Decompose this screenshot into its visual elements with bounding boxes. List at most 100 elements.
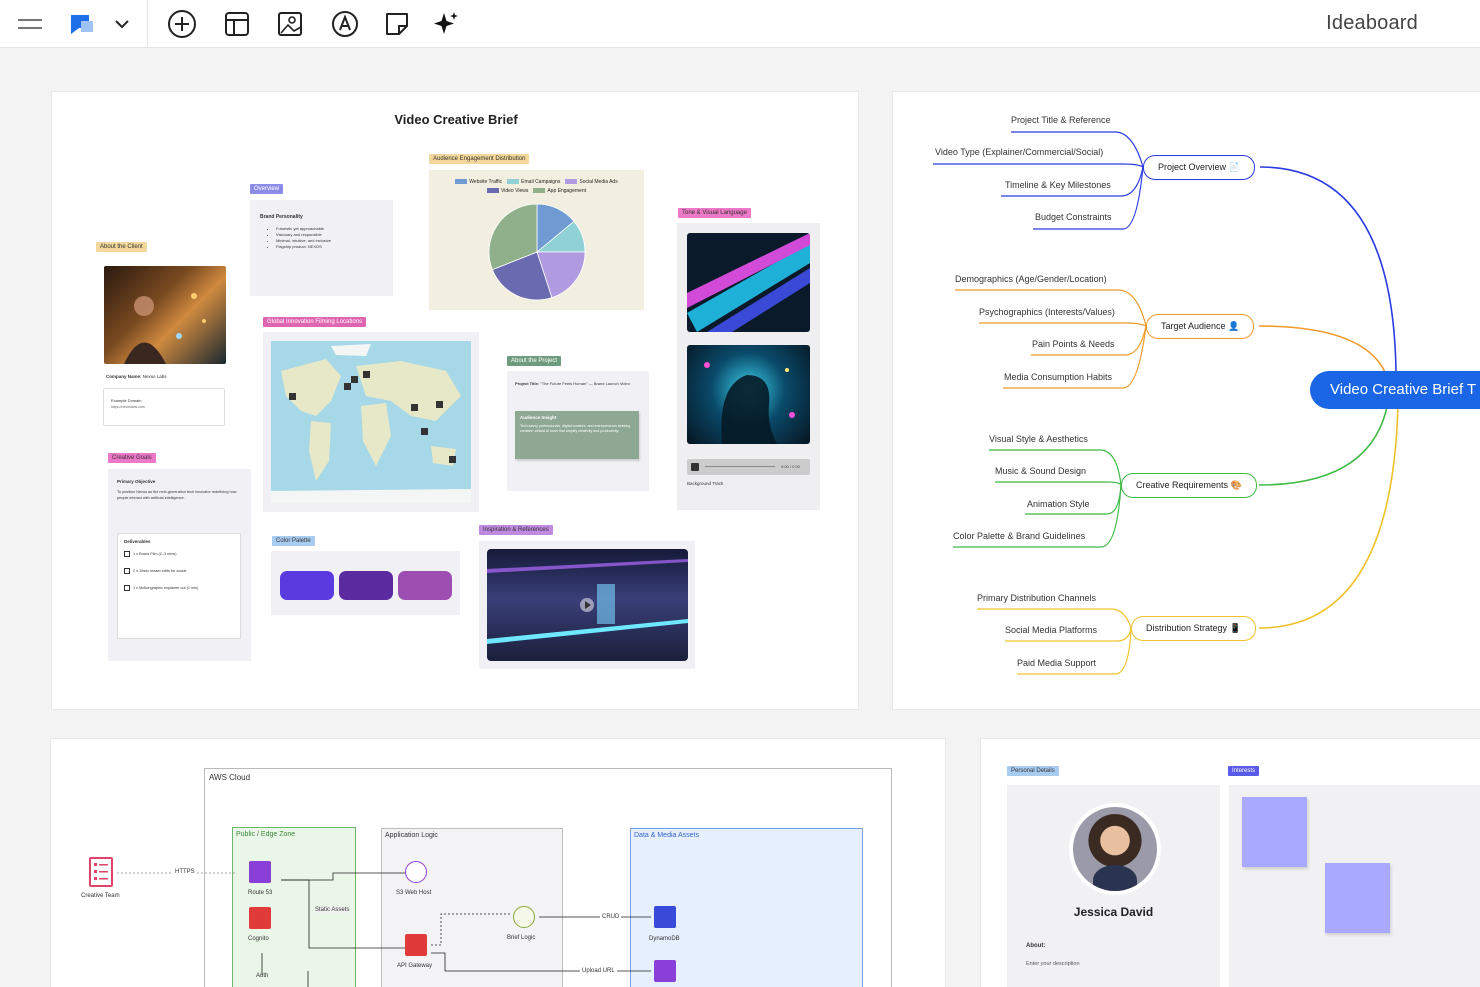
audio-progress-track[interactable] — [705, 466, 775, 467]
aws-diagram-frame[interactable]: AWS Cloud Public / Edge Zone Application… — [50, 738, 946, 987]
checkbox-icon[interactable] — [124, 585, 130, 591]
personal-details-card[interactable]: Jessica David About: Enter your descript… — [1007, 785, 1220, 987]
tag-interests: Interests — [1228, 766, 1260, 776]
image-icon[interactable] — [272, 6, 308, 42]
menu-icon[interactable] — [12, 6, 48, 42]
pie-chart — [488, 203, 586, 301]
deliverable-label: 2 x 15sec teaser edits for social — [133, 569, 187, 573]
chevron-down-icon[interactable] — [104, 6, 140, 42]
play-icon[interactable] — [691, 463, 699, 471]
tag-about-project: About the Project — [507, 356, 562, 366]
inspiration-video[interactable] — [487, 549, 688, 661]
palette-swatch[interactable] — [339, 571, 393, 600]
about-field[interactable]: Enter your description — [1026, 961, 1080, 967]
mindmap-frame[interactable]: Project Title & Reference Video Type (Ex… — [892, 91, 1480, 710]
deliverables-heading: Deliverables — [124, 539, 151, 544]
interest-sticky-note[interactable] — [1242, 797, 1307, 867]
domain-url[interactable]: https://nexuslabs.com — [111, 404, 217, 410]
api-gateway-icon[interactable] — [405, 934, 427, 956]
palette-card[interactable] — [271, 551, 460, 615]
deliverable-item[interactable]: 2 x 15sec teaser edits for social — [124, 568, 234, 574]
deliverable-item[interactable]: 1 x Motiongraphic explainer cut (1 min) — [124, 585, 234, 591]
creative-brief-frame[interactable]: Video Creative Brief About the Client Co… — [51, 91, 859, 710]
goals-card[interactable]: Primary Objective To position Nexus as t… — [108, 469, 251, 661]
mm-leaf[interactable]: Color Palette & Brand Guidelines — [953, 531, 1085, 541]
audience-insight-note[interactable]: Audience Insight Tech-savvy professional… — [515, 411, 639, 459]
mm-branch-target-audience[interactable]: Target Audience 👤 — [1146, 314, 1255, 339]
insight-heading: Audience Insight — [520, 415, 557, 420]
mm-leaf[interactable]: Animation Style — [1027, 499, 1090, 509]
deliverable-label: 1 x Motiongraphic explainer cut (1 min) — [133, 586, 199, 590]
interest-sticky-note[interactable] — [1325, 863, 1390, 933]
mm-leaf[interactable]: Budget Constraints — [1035, 212, 1112, 222]
add-icon[interactable] — [164, 6, 200, 42]
s3-web-host-icon[interactable] — [405, 861, 427, 883]
mm-branch-label: Project Overview — [1158, 162, 1227, 172]
mm-leaf[interactable]: Music & Sound Design — [995, 466, 1086, 476]
map-card[interactable] — [263, 332, 479, 512]
legend-item: App Engagement — [533, 188, 586, 194]
creative-team-icon[interactable] — [89, 857, 113, 887]
mm-leaf[interactable]: Paid Media Support — [1017, 658, 1096, 668]
tag-inspiration: Inspiration & References — [479, 525, 553, 535]
legend-label: App Engagement — [547, 188, 586, 194]
top-toolbar: Ideaboard — [0, 0, 1480, 48]
mm-branch-label: Target Audience — [1161, 321, 1226, 331]
mm-leaf[interactable]: Pain Points & Needs — [1032, 339, 1115, 349]
tag-creative-goals: Creative Goals — [108, 453, 156, 463]
mm-branch-creative-requirements[interactable]: Creative Requirements 🎨 — [1121, 473, 1257, 498]
media-storage-icon[interactable] — [654, 960, 676, 982]
mm-leaf[interactable]: Visual Style & Aesthetics — [989, 434, 1088, 444]
dynamodb-label: DynamoDB — [649, 936, 680, 942]
avatar[interactable] — [1069, 803, 1161, 895]
app-title: Ideaboard — [1326, 12, 1418, 34]
mm-leaf[interactable]: Timeline & Key Milestones — [1005, 180, 1111, 190]
deliverable-item[interactable]: 1 x Brand Film (2–3 mins) — [124, 551, 234, 557]
tone-image-1 — [687, 233, 810, 332]
dynamodb-icon[interactable] — [654, 906, 676, 928]
audio-time: 0:00 / 0:00 — [781, 464, 800, 469]
route53-icon[interactable] — [249, 861, 271, 883]
layout-icon[interactable] — [219, 6, 255, 42]
tag-tone: Tone & Visual Language — [678, 208, 751, 218]
checkbox-icon[interactable] — [124, 551, 130, 557]
checkbox-icon[interactable] — [124, 568, 130, 574]
board-icon[interactable] — [64, 6, 100, 42]
tag-engagement: Audience Engagement Distribution — [429, 154, 530, 164]
mm-branch-label: Distribution Strategy — [1146, 623, 1228, 633]
tone-card[interactable]: 0:00 / 0:00 Background Track — [677, 223, 820, 510]
audio-player[interactable]: 0:00 / 0:00 — [687, 459, 810, 475]
upload-url-label: Upload URL — [580, 968, 617, 974]
palette-swatch[interactable] — [280, 571, 334, 600]
mm-center-node[interactable]: Video Creative Brief T — [1310, 371, 1480, 409]
inspiration-card[interactable] — [479, 541, 695, 669]
legend-item: Video Views — [487, 188, 528, 194]
interests-card[interactable] — [1229, 785, 1480, 987]
ai-sparkle-icon[interactable] — [428, 6, 464, 42]
mm-leaf[interactable]: Psychographics (Interests/Values) — [979, 307, 1115, 317]
project-card[interactable]: Project Title: "The Future Feels Human" … — [507, 371, 649, 491]
mm-leaf[interactable]: Demographics (Age/Gender/Location) — [955, 274, 1107, 284]
auth-label: Auth — [256, 973, 269, 979]
profile-frame[interactable]: Personal Details Interests Jessica David… — [980, 738, 1480, 987]
mm-leaf[interactable]: Media Consumption Habits — [1004, 372, 1112, 382]
overview-card[interactable]: Brand Personality Futuristic yet approac… — [250, 200, 393, 296]
legend-item: Email Campaigns — [507, 179, 560, 185]
mm-leaf[interactable]: Project Title & Reference — [1011, 115, 1111, 125]
sticky-note-icon[interactable] — [379, 6, 415, 42]
palette-swatch[interactable] — [398, 571, 452, 600]
client-link-card[interactable]: Example Domain https://nexuslabs.com — [103, 388, 225, 426]
world-map[interactable] — [271, 341, 471, 503]
tag-overview: Overview — [250, 184, 284, 194]
engagement-chart-card[interactable]: Website Traffic Email Campaigns Social Med… — [429, 170, 644, 310]
mm-branch-project-overview[interactable]: Project Overview 📄 — [1143, 155, 1255, 180]
text-tool-icon[interactable] — [327, 6, 363, 42]
cognito-icon[interactable] — [249, 907, 271, 929]
legend-item: Website Traffic — [455, 179, 502, 185]
mm-leaf[interactable]: Primary Distribution Channels — [977, 593, 1096, 603]
insight-text: Tech-savvy professionals, digital creato… — [520, 424, 631, 433]
mm-branch-distribution-strategy[interactable]: Distribution Strategy 📱 — [1131, 616, 1256, 641]
mm-leaf[interactable]: Video Type (Explainer/Commercial/Social) — [935, 147, 1103, 157]
brief-logic-icon[interactable] — [513, 906, 535, 928]
mm-leaf[interactable]: Social Media Platforms — [1005, 625, 1097, 635]
